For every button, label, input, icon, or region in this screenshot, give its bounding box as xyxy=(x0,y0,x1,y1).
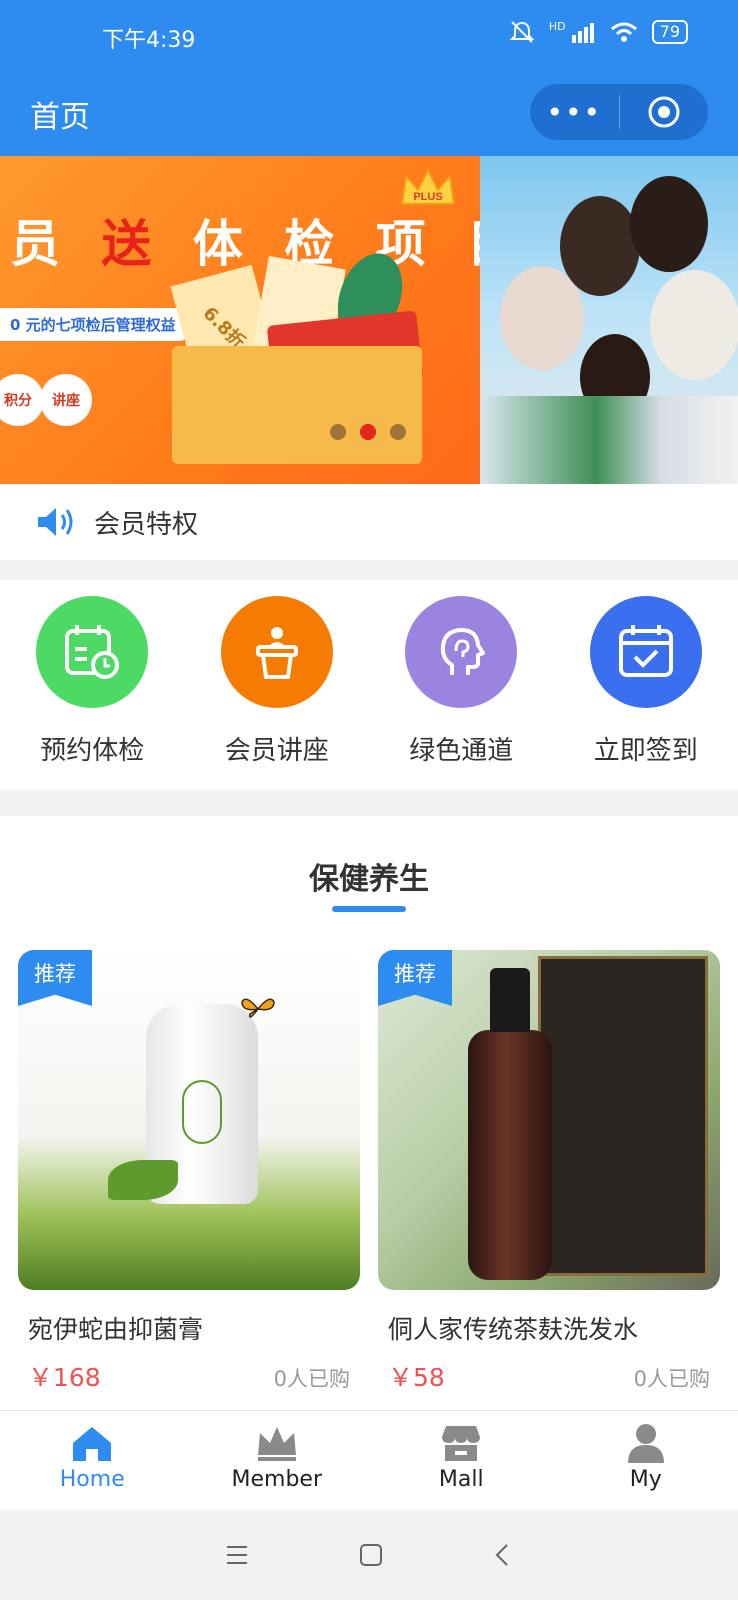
product-box-art xyxy=(538,956,708,1276)
signal-icon xyxy=(571,23,594,43)
page-title: 首页 xyxy=(30,100,90,135)
tab-label: Member xyxy=(231,1467,323,1492)
quick-action-label: 预约体检 xyxy=(40,736,145,766)
product-name: 侗人家传统茶麸洗发水 xyxy=(388,1315,639,1344)
photo-person xyxy=(630,176,708,272)
quick-action-book-checkup[interactable]: 预约体检 xyxy=(0,580,185,790)
tab-mall[interactable]: Mall xyxy=(369,1411,554,1510)
home-square-icon[interactable] xyxy=(359,1543,383,1567)
lecture-podium-icon xyxy=(255,627,298,679)
calendar-clock-icon xyxy=(65,625,120,679)
wifi-icon xyxy=(610,22,637,42)
product-price: ￥168 xyxy=(28,1363,101,1392)
butterfly-icon xyxy=(241,998,275,1018)
miniprogram-capsule: ••• xyxy=(530,84,708,140)
quick-action-label: 立即签到 xyxy=(593,736,698,766)
calendar-check-icon xyxy=(618,625,673,677)
section-title: 保健养生 xyxy=(309,862,429,897)
banner-chip-points: 积分 xyxy=(0,374,44,426)
health-section: 保健养生 推荐 宛伊蛇由抑菌膏 ￥168 0人已购 推荐 侗人家传统茶麸洗发水 … xyxy=(0,816,738,1410)
tab-label: My xyxy=(629,1467,662,1492)
top-bar: 下午4:39 HD 79 首页 ••• xyxy=(0,0,738,156)
close-miniprogram-button[interactable] xyxy=(620,95,709,129)
crown-icon xyxy=(257,1427,296,1461)
product-card[interactable]: 推荐 侗人家传统茶麸洗发水 ￥58 0人已购 xyxy=(378,950,720,1394)
speaker-icon xyxy=(38,508,73,536)
banner-gift-box-art xyxy=(172,346,422,464)
banner-carousel[interactable]: 员 送 体 检 项 目 PLUS 0 元的七项检后管理权益 积分 讲座 6.8折 xyxy=(0,156,738,484)
carousel-dot-active[interactable] xyxy=(360,424,376,440)
recommend-tag: 推荐 xyxy=(378,950,452,1006)
carousel-indicator xyxy=(330,424,406,440)
quick-action-check-in[interactable]: 立即签到 xyxy=(554,580,738,790)
bottom-tab-bar: Home Member Mall My xyxy=(0,1410,738,1510)
product-jar-label xyxy=(182,1080,222,1144)
status-icons: HD 79 xyxy=(509,20,688,44)
product-pump-art xyxy=(490,968,530,1032)
home-icon xyxy=(73,1427,112,1461)
tab-member[interactable]: Member xyxy=(185,1411,370,1510)
product-image[interactable]: 推荐 xyxy=(18,950,360,1290)
photo-person xyxy=(650,270,738,380)
product-bottle-art xyxy=(468,1030,552,1280)
notice-bar[interactable]: 会员特权 xyxy=(0,484,738,560)
product-price: ￥58 xyxy=(388,1363,445,1392)
menu-icon[interactable] xyxy=(225,1544,249,1566)
section-title-underline xyxy=(332,906,406,912)
svg-text:PLUS: PLUS xyxy=(413,191,442,203)
quick-actions-grid: 预约体检 会员讲座 绿色通道 立即签到 xyxy=(0,580,738,790)
notice-text: 会员特权 xyxy=(94,509,199,540)
back-chevron-icon[interactable] xyxy=(493,1543,513,1567)
tab-home[interactable]: Home xyxy=(0,1411,185,1510)
tab-label: Mall xyxy=(438,1467,484,1492)
photo-person xyxy=(500,266,584,370)
product-sold-count: 0人已购 xyxy=(633,1367,710,1391)
tab-my[interactable]: My xyxy=(554,1411,738,1510)
quick-action-circle xyxy=(405,596,518,708)
more-menu-button[interactable]: ••• xyxy=(530,96,619,129)
photo-clothing xyxy=(480,396,738,484)
quick-action-member-lecture[interactable]: 会员讲座 xyxy=(185,580,370,790)
crown-badge-icon: PLUS xyxy=(400,167,456,205)
quick-action-circle xyxy=(220,596,333,708)
quick-action-circle xyxy=(36,596,149,708)
recommend-tag: 推荐 xyxy=(18,950,92,1006)
mute-bell-icon xyxy=(509,21,535,43)
product-card[interactable]: 推荐 宛伊蛇由抑菌膏 ￥168 0人已购 xyxy=(18,950,360,1394)
store-icon xyxy=(442,1426,481,1461)
banner-family-photo[interactable] xyxy=(480,156,738,484)
user-icon xyxy=(627,1424,664,1463)
status-time: 下午4:39 xyxy=(102,28,196,53)
quick-action-label: 绿色通道 xyxy=(409,736,514,766)
banner-slide-promo[interactable]: 员 送 体 检 项 目 PLUS 0 元的七项检后管理权益 积分 讲座 6.8折 xyxy=(0,156,517,484)
product-leaf-art xyxy=(108,1160,178,1200)
tab-label: Home xyxy=(59,1467,125,1492)
battery-indicator: 79 xyxy=(651,20,688,44)
network-type-label: HD xyxy=(548,19,566,33)
banner-ribbon: 0 元的七项检后管理权益 xyxy=(0,308,186,341)
product-meta: ￥168 0人已购 xyxy=(18,1358,360,1394)
carousel-dot[interactable] xyxy=(330,424,346,440)
product-meta: ￥58 0人已购 xyxy=(378,1358,720,1394)
target-circle-icon xyxy=(648,96,680,128)
quick-action-green-channel[interactable]: 绿色通道 xyxy=(369,580,554,790)
product-name: 宛伊蛇由抑菌膏 xyxy=(28,1315,204,1344)
system-nav-bar xyxy=(0,1510,738,1600)
product-image[interactable]: 推荐 xyxy=(378,950,720,1290)
quick-action-label: 会员讲座 xyxy=(224,736,329,766)
quick-action-circle xyxy=(589,596,702,708)
banner-chip-lecture: 讲座 xyxy=(40,374,92,426)
product-sold-count: 0人已购 xyxy=(273,1367,350,1391)
carousel-dot[interactable] xyxy=(390,424,406,440)
head-profile-icon xyxy=(441,628,486,675)
